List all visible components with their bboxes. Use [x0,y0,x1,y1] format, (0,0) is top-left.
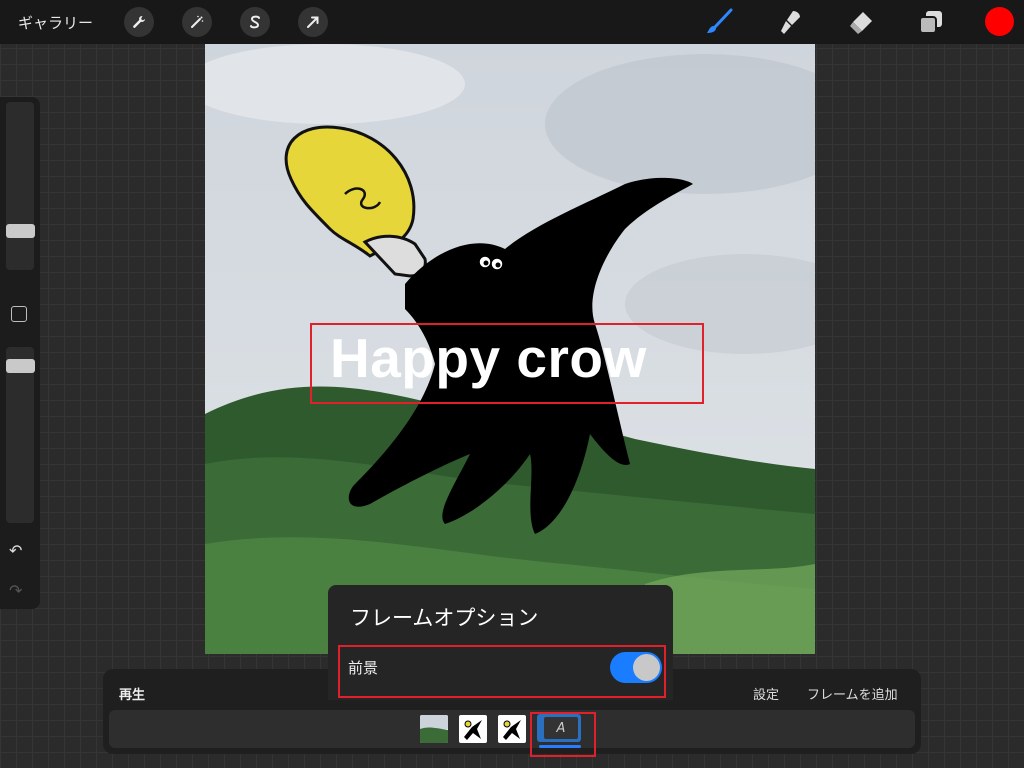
smudge-icon[interactable] [774,6,806,38]
brush-size-knob[interactable] [6,224,35,238]
frame-thumbnail-landscape[interactable] [420,715,448,743]
selection-s-icon[interactable] [240,7,270,37]
foreground-label: 前景 [348,659,379,677]
left-sidebar: ↶ ↷ [0,97,40,609]
magic-wand-icon[interactable] [182,7,212,37]
text-frame-glyph: A [544,717,578,739]
wrench-icon[interactable] [124,7,154,37]
add-frame-button[interactable]: フレームを追加 [807,684,898,703]
opacity-slider[interactable] [6,347,35,523]
modify-square-button[interactable] [11,306,27,322]
frame-options-popover: フレームオプション 前景 [328,585,673,700]
play-button[interactable]: 再生 [119,684,145,703]
gallery-button[interactable]: ギャラリー [18,12,93,33]
settings-button[interactable]: 設定 [753,684,779,703]
layers-icon[interactable] [915,6,947,38]
frame-thumbnail-crow[interactable] [498,715,526,743]
brush-size-slider[interactable] [6,102,35,270]
frame-thumbnail-selected[interactable]: A [537,714,581,742]
undo-icon[interactable]: ↶ [9,541,22,560]
brush-icon[interactable] [703,6,735,38]
foreground-toggle[interactable] [610,652,662,683]
selected-frame-indicator [539,745,581,748]
drawing-canvas[interactable]: Happy crow [205,44,815,654]
color-picker-button[interactable] [985,7,1014,36]
redo-icon[interactable]: ↷ [9,581,22,600]
toggle-knob [633,654,660,681]
transform-arrow-icon[interactable] [298,7,328,37]
frame-thumbnail-crow[interactable] [459,715,487,743]
eraser-icon[interactable] [845,6,877,38]
top-toolbar: ギャラリー [0,0,1024,44]
frame-track: A [109,710,915,748]
canvas-text-layer[interactable]: Happy crow [330,326,647,390]
popover-title: フレームオプション [350,606,539,630]
opacity-knob[interactable] [6,359,35,373]
